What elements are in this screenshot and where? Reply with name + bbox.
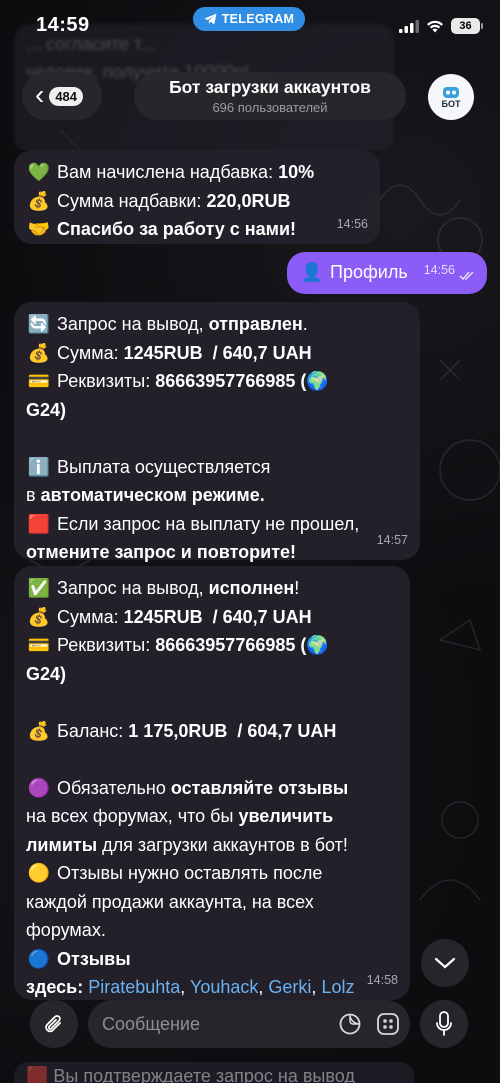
message-time: 14:58	[366, 972, 398, 987]
message-line: отмените запрос и повторите!	[26, 542, 297, 562]
credit-card-icon: 💳	[27, 371, 51, 391]
handshake-icon: 🤝	[27, 219, 51, 239]
message-line: форумах.	[26, 920, 106, 940]
message-bubble-withdraw-sent[interactable]: 🔄 Запрос на вывод, отправлен. 💰 Сумма: 1…	[14, 302, 420, 562]
message-line: 💳 Реквизиты: 86663957766985 (🌍	[26, 631, 398, 660]
chevron-left-icon: ‹	[35, 78, 45, 110]
status-bar: 14:59 TELEGRAM 36	[0, 0, 500, 52]
chat-title: Бот загрузки аккаунтов	[169, 77, 371, 97]
battery-level: 36	[459, 20, 472, 32]
message-input-placeholder: Сообщение	[102, 1013, 200, 1034]
message-line: 💰 Сумма надбавки: 220,0RUB	[26, 187, 368, 216]
check-mark-icon: ✅	[27, 578, 51, 598]
clock: 14:59	[36, 14, 90, 36]
telegram-plane-icon	[204, 13, 217, 25]
battery-icon: 36	[451, 18, 483, 34]
wifi-icon	[427, 20, 443, 32]
next-message-peek: 🟥 Вы подтверждаете запрос на вывод	[14, 1062, 414, 1083]
message-line: 💳 Реквизиты: 86663957766985 (🌍	[26, 367, 408, 396]
message-line: 💰 Сумма: 1245RUB / 640,7 UAH	[26, 339, 408, 368]
avatar-label: БОТ	[441, 99, 461, 109]
voice-record-button[interactable]	[420, 1000, 468, 1048]
message-line: на всех форумах, что бы увеличить	[26, 806, 334, 826]
message-time: 14:56	[336, 216, 368, 231]
sticker-icon[interactable]	[338, 1012, 362, 1036]
yellow-circle-icon: 🟡	[27, 863, 51, 883]
scroll-to-bottom-button[interactable]	[421, 939, 469, 987]
bot-avatar[interactable]: БОТ	[428, 74, 474, 120]
red-square-icon: 🟥	[27, 513, 51, 534]
telegram-pill[interactable]: TELEGRAM	[193, 7, 305, 31]
link-lolz[interactable]: Lolz	[321, 977, 354, 997]
message-line: 💚 Вам начислена надбавка: 10%	[26, 158, 368, 187]
bot-commands-icon[interactable]	[376, 1012, 400, 1036]
link-youhack[interactable]: Youhack	[190, 977, 258, 997]
user-silhouette-icon: 👤	[300, 262, 324, 282]
message-line: каждой продажи аккаунта, на всех	[26, 891, 314, 912]
money-bag-icon: 💰	[27, 342, 51, 363]
message-line: 🤝 Спасибо за работу с нами!	[26, 215, 368, 244]
double-check-icon	[459, 271, 474, 281]
unread-count-badge: 484	[49, 86, 84, 106]
back-button[interactable]: ‹ 484	[22, 72, 102, 120]
money-bag-icon: 💰	[27, 606, 51, 627]
attach-button[interactable]	[30, 1000, 78, 1048]
message-line: ✅ Запрос на вывод, исполнен!	[26, 574, 398, 603]
chat-subtitle: 696 пользователей	[212, 100, 328, 115]
message-line-links: здесь: Piratebuhta, Youhack, Gerki, Lolz	[26, 977, 355, 997]
telegram-pill-label: TELEGRAM	[221, 12, 295, 26]
info-icon: ℹ️	[27, 456, 51, 477]
robot-icon	[443, 87, 459, 98]
message-line	[26, 688, 398, 717]
green-heart-icon: 💚	[27, 162, 51, 182]
message-line: 🟥 Если запрос на выплату не прошел,	[26, 510, 408, 539]
money-bag-icon: 💰	[27, 720, 51, 741]
message-line: ℹ️ Выплата осуществляется	[26, 453, 408, 482]
globe-icon: 🌍	[306, 371, 329, 391]
money-bag-icon: 💰	[27, 190, 51, 211]
message-line: 🔵 Отзывы	[26, 945, 398, 974]
message-input[interactable]: Сообщение	[88, 1000, 410, 1048]
credit-card-icon: 💳	[27, 635, 51, 655]
message-line: в автоматическом режиме.	[26, 485, 265, 505]
message-line: G24)	[26, 663, 67, 684]
globe-icon: 🌍	[306, 635, 329, 655]
chat-title-button[interactable]: Бот загрузки аккаунтов 696 пользователей	[134, 72, 406, 120]
message-line: G24)	[26, 399, 67, 420]
message-line: 💰 Сумма: 1245RUB / 640,7 UAH	[26, 603, 398, 632]
signal-icon	[399, 19, 419, 33]
message-bubble-profile[interactable]: 👤 Профиль 14:56	[287, 252, 487, 294]
message-line: 🟣 Обязательно оставляйте отзывы	[26, 774, 398, 803]
message-line	[26, 745, 398, 774]
message-line: 🔄 Запрос на вывод, отправлен.	[26, 310, 408, 339]
purple-circle-icon: 🟣	[27, 777, 51, 798]
chevron-down-icon	[434, 957, 456, 969]
message-bubble-bonus[interactable]: 💚 Вам начислена надбавка: 10% 💰 Сумма на…	[14, 150, 380, 244]
message-time: 14:57	[376, 532, 408, 547]
microphone-icon	[436, 1011, 452, 1036]
message-time: 14:56	[423, 262, 455, 277]
link-gerki[interactable]: Gerki	[268, 977, 311, 997]
message-line: 🟡 Отзывы нужно оставлять после	[26, 859, 398, 888]
message-line: лимиты для загрузки аккаунтов в бот!	[26, 834, 348, 855]
paperclip-icon	[45, 1015, 61, 1033]
message-line: 💰 Баланс: 1 175,0RUB / 604,7 UAH	[26, 717, 398, 746]
blue-circle-icon: 🔵	[27, 948, 51, 969]
refresh-icon: 🔄	[27, 314, 51, 334]
message-bubble-withdraw-done[interactable]: ✅ Запрос на вывод, исполнен! 💰 Сумма: 12…	[14, 566, 410, 1000]
link-piratebuhta[interactable]: Piratebuhta	[88, 977, 180, 997]
message-line	[26, 424, 408, 453]
